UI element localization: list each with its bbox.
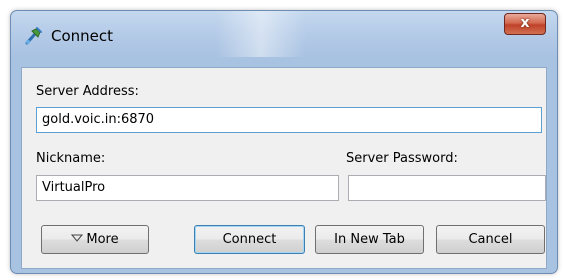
server-address-input[interactable]: gold.voic.in:6870 [36,107,542,133]
server-password-label: Server Password: [346,151,458,166]
dialog-body: Server Address: gold.voic.in:6870 Nickna… [21,67,547,269]
cancel-button-label: Cancel [468,232,513,247]
triangle-down-icon [71,234,84,242]
connect-dialog: Connect x Server Address: gold.voic.in:6… [10,10,558,274]
in-new-tab-button-label: In New Tab [334,232,405,247]
connect-app-icon [25,27,42,45]
nickname-label: Nickname: [36,151,106,166]
more-button-label: More [86,232,119,247]
more-button[interactable]: More [41,225,149,254]
server-address-label: Server Address: [36,84,139,99]
title-bar-reflection [216,11,306,57]
in-new-tab-button[interactable]: In New Tab [315,225,424,254]
connect-button[interactable]: Connect [194,225,305,254]
nickname-input[interactable]: VirtualPro [36,175,339,201]
server-password-input[interactable] [348,175,546,201]
close-button[interactable]: x [504,13,546,35]
window-title: Connect [51,27,114,45]
cancel-button[interactable]: Cancel [436,225,545,254]
connect-button-label: Connect [222,232,277,247]
